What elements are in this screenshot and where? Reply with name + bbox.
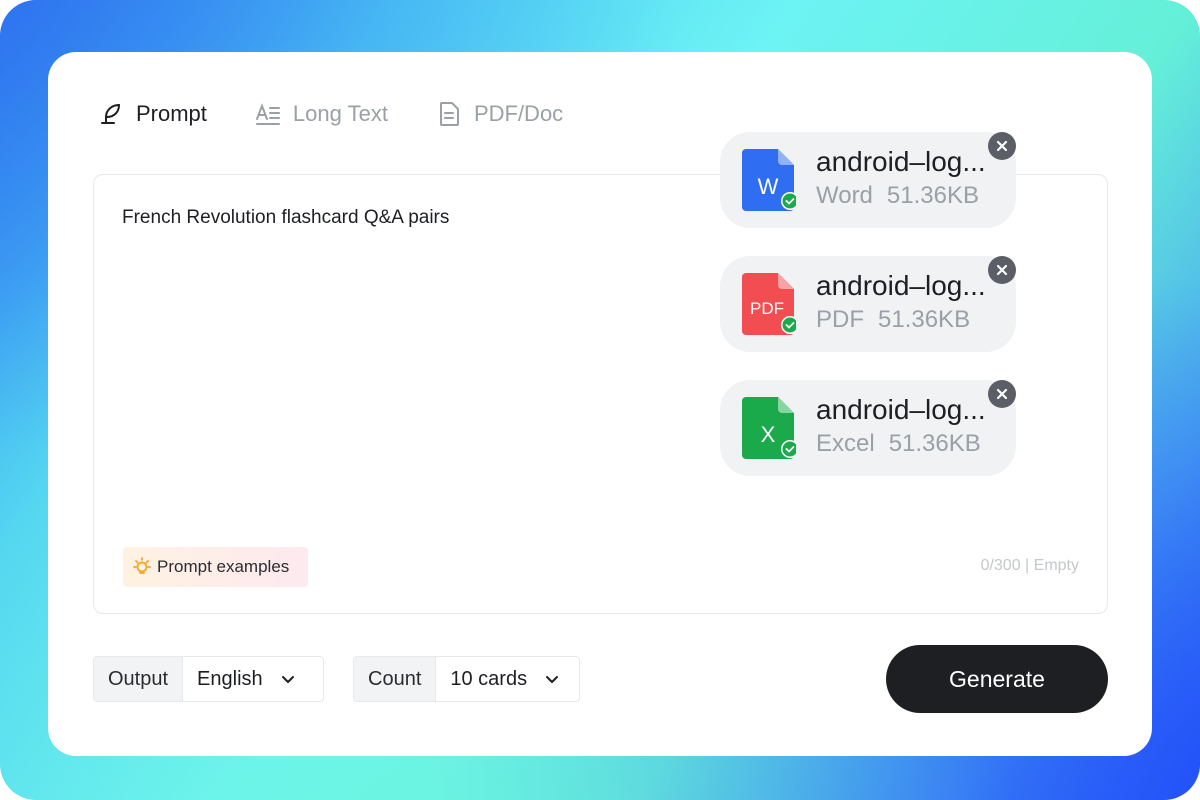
lightbulb-icon bbox=[131, 556, 153, 578]
tab-label: Prompt bbox=[136, 101, 207, 126]
file-type: Word bbox=[816, 182, 873, 209]
file-size: 51.36KB bbox=[888, 430, 981, 457]
card-count-dropdown[interactable]: 10 cards bbox=[436, 657, 575, 701]
file-name: android–log... bbox=[816, 394, 986, 425]
chevron-down-icon bbox=[543, 670, 561, 688]
file-size: 51.36KB bbox=[878, 306, 971, 333]
generate-button[interactable]: Generate bbox=[886, 645, 1108, 713]
prompt-examples-label: Prompt examples bbox=[157, 557, 290, 576]
prompt-input-text[interactable]: French Revolution flashcard Q&A pairs bbox=[122, 207, 449, 229]
tab-label: Long Text bbox=[292, 101, 388, 126]
file-meta: PDF 51.36KB bbox=[816, 306, 970, 334]
main-card: Prompt Long Text PDF/Doc French Revoluti… bbox=[48, 52, 1152, 756]
count-label: Count bbox=[354, 657, 437, 701]
file-meta: Excel 51.36KB bbox=[816, 430, 981, 458]
file-type: PDF bbox=[816, 306, 864, 333]
chevron-down-icon bbox=[279, 670, 297, 688]
remove-file-button[interactable] bbox=[988, 256, 1016, 284]
close-icon bbox=[996, 388, 1008, 400]
tab-long-text[interactable]: Long Text bbox=[255, 101, 388, 127]
file-name: android–log... bbox=[816, 270, 986, 301]
options-bar: Output English Count 10 cards Generate bbox=[93, 645, 1108, 713]
remove-file-button[interactable] bbox=[988, 132, 1016, 160]
prompt-examples-button[interactable]: Prompt examples bbox=[123, 547, 308, 587]
tab-pdf-doc[interactable]: PDF/Doc bbox=[436, 101, 563, 127]
file-chip-word: W android–log... Word 51.36KB bbox=[720, 132, 1016, 228]
card-count-selector[interactable]: Count 10 cards bbox=[353, 656, 580, 702]
excel-file-icon: X bbox=[742, 397, 796, 459]
file-chip-pdf: PDF android–log... PDF 51.36KB bbox=[720, 256, 1016, 352]
feather-icon bbox=[98, 101, 124, 127]
close-icon bbox=[996, 140, 1008, 152]
remove-file-button[interactable] bbox=[988, 380, 1016, 408]
file-type: Excel bbox=[816, 430, 875, 457]
document-icon bbox=[436, 101, 462, 127]
mode-tabs: Prompt Long Text PDF/Doc bbox=[98, 96, 611, 132]
tab-prompt[interactable]: Prompt bbox=[98, 101, 207, 127]
pdf-file-icon: PDF bbox=[742, 273, 796, 335]
file-badge-text: PDF bbox=[750, 299, 784, 318]
close-icon bbox=[996, 264, 1008, 276]
text-format-icon bbox=[255, 101, 281, 127]
card-count-value: 10 cards bbox=[450, 667, 528, 690]
file-badge-text: W bbox=[758, 174, 779, 199]
file-size: 51.36KB bbox=[886, 182, 979, 209]
character-counter: 0/300 | Empty bbox=[980, 557, 1079, 574]
output-label: Output bbox=[94, 657, 184, 701]
file-name: android–log... bbox=[816, 146, 986, 177]
output-language-selector[interactable]: Output English bbox=[93, 656, 324, 702]
output-language-dropdown[interactable]: English bbox=[183, 657, 311, 701]
word-file-icon: W bbox=[742, 149, 796, 211]
output-language-value: English bbox=[197, 667, 263, 690]
file-chip-excel: X android–log... Excel 51.36KB bbox=[720, 380, 1016, 476]
file-meta: Word 51.36KB bbox=[816, 182, 979, 210]
file-badge-text: X bbox=[761, 422, 776, 447]
tab-label: PDF/Doc bbox=[473, 101, 564, 126]
